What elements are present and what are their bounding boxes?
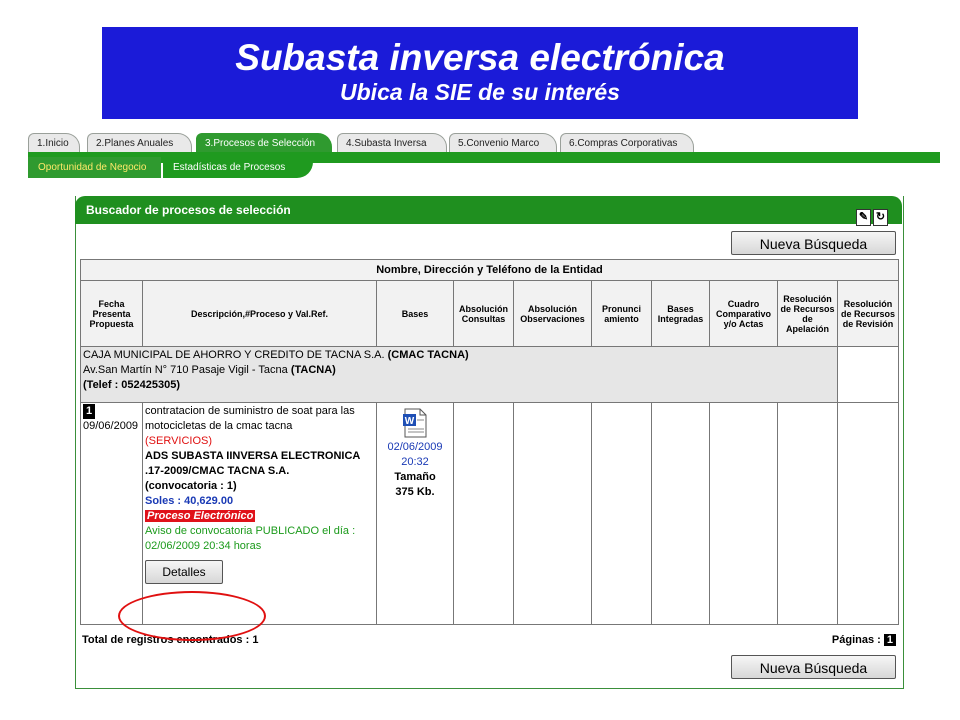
row-type: (SERVICIOS) xyxy=(145,435,213,447)
row-number: 1 xyxy=(83,404,96,419)
tab-procesos-seleccion[interactable]: 3.Procesos de Selección xyxy=(196,133,332,152)
entity-abbr: (CMAC TACNA) xyxy=(387,349,469,361)
entity-name: CAJA MUNICIPAL DE AHORRO Y CREDITO DE TA… xyxy=(83,349,385,361)
col-pronunciamiento: Pronunci amiento xyxy=(591,280,652,347)
panel-title: Buscador de procesos de selección xyxy=(86,203,291,217)
bases-date: 02/06/2009 xyxy=(387,441,443,453)
row-convocatoria: (convocatoria : 1) xyxy=(145,480,237,492)
col-fecha: Fecha Presenta Propuesta xyxy=(80,280,143,347)
table-row: 1 09/06/2009 contratacion de suministro … xyxy=(80,402,899,625)
title-banner: Subasta inversa electrónica Ubica la SIE… xyxy=(102,27,858,119)
bases-size: 375 Kb. xyxy=(395,486,435,498)
banner-title: Subasta inversa electrónica xyxy=(235,37,725,78)
col-resolucion-revision: Resolución de Recursos de Revisión xyxy=(837,280,899,347)
col-bases-integradas: Bases Integradas xyxy=(651,280,710,347)
row-date: 09/06/2009 xyxy=(83,420,139,432)
results-table: Nombre, Dirección y Teléfono de la Entid… xyxy=(80,259,899,625)
col-bases: Bases xyxy=(376,280,454,347)
col-absolucion-observaciones: Absolución Observaciones xyxy=(513,280,592,347)
row-value: Soles : 40,629.00 xyxy=(145,495,234,507)
tab-compras-corporativas[interactable]: 6.Compras Corporativas xyxy=(560,133,694,152)
table-footer: Total de registros encontrados : 1 Págin… xyxy=(82,634,896,646)
new-search-button-top[interactable]: Nueva Búsqueda xyxy=(731,231,896,255)
details-button[interactable]: Detalles xyxy=(145,560,223,584)
entity-info: CAJA MUNICIPAL DE AHORRO Y CREDITO DE TA… xyxy=(80,346,838,403)
tab-convenio-marco[interactable]: 5.Convenio Marco xyxy=(449,133,557,152)
banner-subtitle: Ubica la SIE de su interés xyxy=(340,79,620,105)
new-search-button-bottom[interactable]: Nueva Búsqueda xyxy=(731,655,896,679)
tab-planes-anuales[interactable]: 2.Planes Anuales xyxy=(87,133,192,152)
row-process: ADS SUBASTA IINVERSA ELECTRONICA .17-200… xyxy=(145,450,360,477)
row-notice: Aviso de convocatoria PUBLICADO el día :… xyxy=(145,525,356,552)
entity-phone: (Telef : 052425305) xyxy=(83,379,181,391)
page-1-link[interactable]: 1 xyxy=(883,634,896,646)
bases-size-label: Tamaño xyxy=(394,471,436,483)
tab-inicio[interactable]: 1.Inicio xyxy=(28,133,80,152)
col-absolucion-consultas: Absolución Consultas xyxy=(453,280,514,347)
bases-time: 20:32 xyxy=(401,456,429,468)
search-panel: Buscador de procesos de selección ✎ ↻ Nue… xyxy=(75,196,904,689)
refresh-icon[interactable]: ↻ xyxy=(873,209,888,226)
svg-text:W: W xyxy=(405,416,415,427)
table-title: Nombre, Dirección y Teléfono de la Entid… xyxy=(80,259,899,281)
total-records: Total de registros encontrados : 1 xyxy=(82,634,259,646)
word-document-icon[interactable]: W xyxy=(402,408,428,438)
panel-header: Buscador de procesos de selección ✎ ↻ xyxy=(75,196,902,226)
col-resolucion-apelacion: Resolución de Recursos de Apelación xyxy=(777,280,838,347)
entity-city: (TACNA) xyxy=(290,364,336,376)
subtab-oportunidad-negocio[interactable]: Oportunidad de Negocio xyxy=(28,157,161,178)
subtab-estadisticas[interactable]: Estadísticas de Procesos xyxy=(163,157,313,178)
pages-label: Páginas : xyxy=(831,634,881,646)
electronic-process-badge: Proceso Electrónico xyxy=(145,510,256,522)
tab-subasta-inversa[interactable]: 4.Subasta Inversa xyxy=(337,133,447,152)
row-description: contratacion de suministro de soat para … xyxy=(145,405,355,432)
pencil-icon[interactable]: ✎ xyxy=(856,209,871,226)
col-descripcion: Descripción,#Proceso y Val.Ref. xyxy=(142,280,377,347)
col-cuadro-comparativo: Cuadro Comparativo y/o Actas xyxy=(709,280,778,347)
entity-address: Av.San Martín N° 710 Pasaje Vigil - Tacn… xyxy=(83,364,288,376)
